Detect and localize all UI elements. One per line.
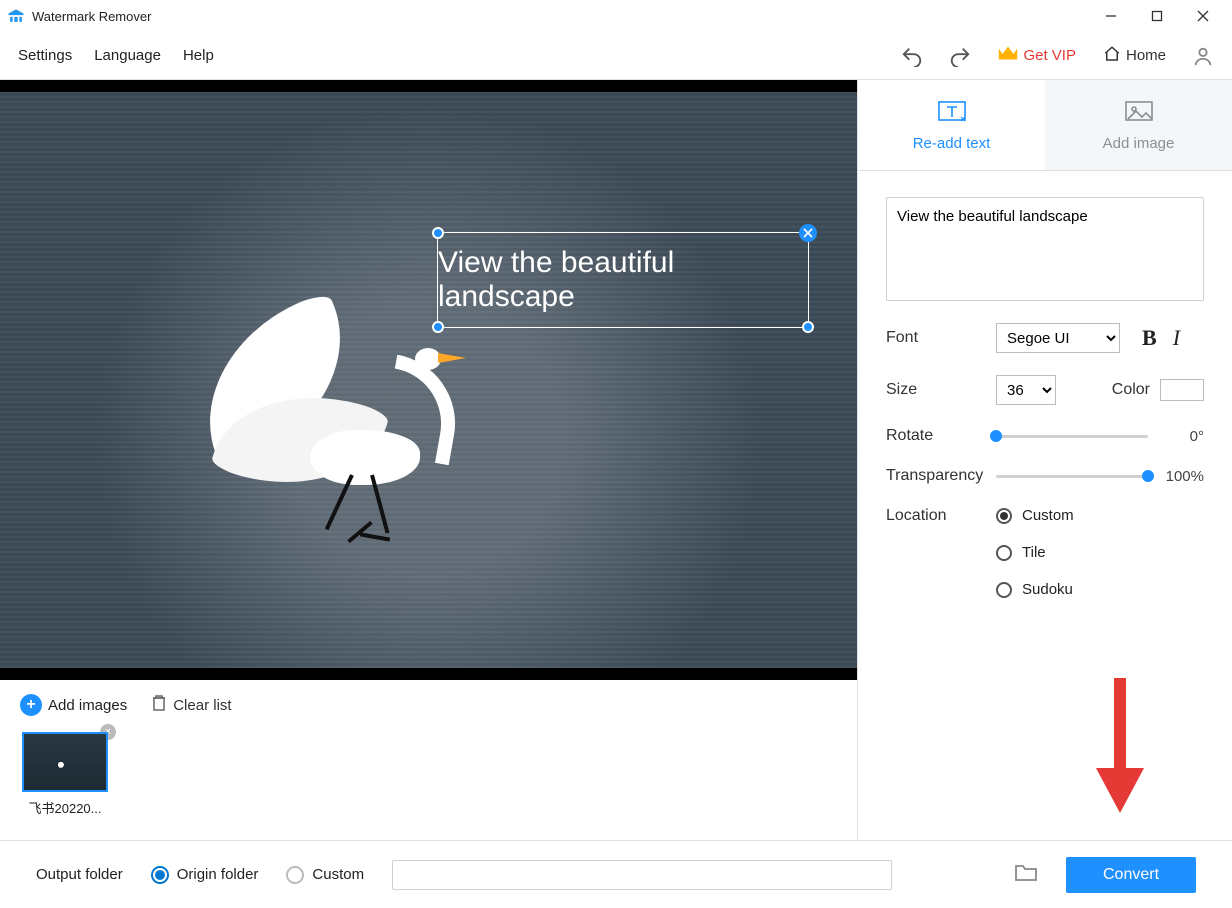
text-box-icon [937,99,967,127]
output-path-input[interactable] [392,860,892,890]
canvas-column: View the beautiful landscape + Add image… [0,80,857,840]
font-label: Font [886,329,996,347]
add-images-label: Add images [48,697,127,714]
size-select[interactable]: 36 [996,375,1056,405]
font-select[interactable]: Segoe UI [996,323,1120,353]
app-icon [6,6,26,26]
bottom-bar: Output folder Origin folder Custom Conve… [0,840,1232,908]
transparency-value: 100% [1160,468,1204,485]
thumbnail-name: 飞书20220... [20,798,110,817]
preview-image [0,92,857,668]
radio-icon [286,866,304,884]
origin-folder-label: Origin folder [177,866,259,883]
radio-icon [151,866,169,884]
overlay-close-button[interactable] [799,224,817,242]
clear-list-button[interactable]: Clear list [151,694,231,716]
radio-icon [996,508,1012,524]
output-folder-label: Output folder [36,866,123,883]
menu-settings[interactable]: Settings [18,47,72,64]
italic-button[interactable]: I [1173,325,1180,351]
radio-icon [996,545,1012,561]
output-option-custom[interactable]: Custom [286,866,364,884]
resize-handle-top-left[interactable] [432,227,444,239]
menu-language[interactable]: Language [94,47,161,64]
rotate-label: Rotate [886,427,996,445]
tab-readd-text[interactable]: Re-add text [858,80,1045,170]
radio-icon [996,582,1012,598]
clear-list-label: Clear list [173,697,231,714]
image-icon [1124,99,1154,127]
resize-handle-bottom-left[interactable] [432,321,444,333]
tab-add-image-label: Add image [1103,135,1175,152]
titlebar: Watermark Remover [0,0,1232,32]
location-custom-label: Custom [1022,507,1074,524]
vip-label: Get VIP [1023,47,1076,64]
overlay-text: View the beautiful landscape [438,246,808,314]
app-title: Watermark Remover [32,9,151,24]
home-icon [1102,45,1122,67]
tab-readd-text-label: Re-add text [913,135,991,152]
thumbnail-list: × 飞书20220... [20,732,837,817]
convert-button[interactable]: Convert [1066,857,1196,893]
browse-folder-button[interactable] [1014,863,1038,886]
canvas[interactable]: View the beautiful landscape [0,80,857,680]
thumbnail[interactable]: × 飞书20220... [20,732,110,817]
location-option-custom[interactable]: Custom [996,507,1074,524]
thumbnail-image [22,732,108,792]
color-swatch[interactable] [1160,379,1204,401]
tab-add-image[interactable]: Add image [1045,80,1232,170]
location-label: Location [886,507,996,525]
output-option-origin[interactable]: Origin folder [151,866,259,884]
home-label: Home [1126,47,1166,64]
home-button[interactable]: Home [1102,45,1166,67]
redo-button[interactable] [949,45,971,67]
thumbnail-bar: + Add images Clear list × 飞书20220... [0,680,857,840]
red-arrow-icon [1090,678,1150,818]
size-label: Size [886,381,996,399]
location-sudoku-label: Sudoku [1022,581,1073,598]
window-maximize-button[interactable] [1134,0,1180,32]
profile-button[interactable] [1192,45,1214,67]
transparency-slider[interactable] [996,469,1148,483]
main-area: View the beautiful landscape + Add image… [0,80,1232,840]
color-label: Color [1112,381,1150,399]
get-vip-button[interactable]: Get VIP [997,44,1076,68]
custom-folder-label: Custom [312,866,364,883]
undo-button[interactable] [901,45,923,67]
location-options: Custom Tile Sudoku [996,507,1074,598]
location-option-tile[interactable]: Tile [996,544,1074,561]
rotate-value: 0° [1160,428,1204,445]
rotate-slider[interactable] [996,429,1148,443]
menu-help[interactable]: Help [183,47,214,64]
convert-label: Convert [1103,866,1159,884]
side-panel: Re-add text Add image Font Segoe UI B I [857,80,1232,840]
location-option-sudoku[interactable]: Sudoku [996,581,1074,598]
bold-button[interactable]: B [1142,325,1157,351]
window-minimize-button[interactable] [1088,0,1134,32]
trash-icon [151,694,167,716]
crown-icon [997,44,1019,68]
window-controls [1088,0,1226,32]
text-overlay[interactable]: View the beautiful landscape [437,232,809,328]
transparency-label: Transparency [886,467,996,485]
watermark-text-input[interactable] [886,197,1204,301]
toolbar: Settings Language Help Get VIP Home [0,32,1232,80]
resize-handle-bottom-right[interactable] [802,321,814,333]
side-tabs: Re-add text Add image [858,80,1232,171]
add-images-button[interactable]: + Add images [20,694,127,716]
main-menu: Settings Language Help [18,47,214,64]
plus-icon: + [20,694,42,716]
location-tile-label: Tile [1022,544,1046,561]
window-close-button[interactable] [1180,0,1226,32]
